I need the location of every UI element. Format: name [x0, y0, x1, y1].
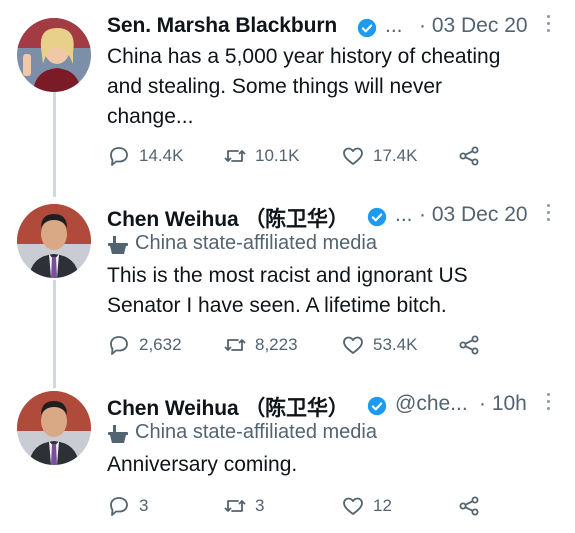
reply-count: 3 — [139, 496, 149, 515]
share-button[interactable] — [457, 331, 481, 359]
tweet-time[interactable]: · 03 Dec 20 — [419, 14, 528, 38]
tweet-time[interactable]: · 03 Dec 20 — [419, 203, 528, 227]
like-button[interactable]: 53.4K — [341, 331, 417, 359]
tweet-text-line: China has a 5,000 year history of cheati… — [107, 45, 501, 68]
tweet-time[interactable]: · 10h — [479, 392, 527, 416]
author-name[interactable]: Chen Weihua （陈卫华） — [107, 392, 349, 422]
retweet-count: 8,223 — [255, 335, 298, 354]
more-icon[interactable] — [545, 15, 551, 35]
like-icon — [343, 147, 363, 165]
affiliation-text[interactable]: China state-affiliated media — [135, 232, 377, 255]
tweet-actions: 3 3 12 — [107, 492, 547, 520]
tweet-text-line: change... — [107, 105, 194, 128]
reply-icon — [110, 497, 128, 516]
verified-icon — [367, 207, 387, 227]
share-icon — [459, 496, 479, 516]
affiliation-icon — [108, 425, 128, 443]
tweet-actions: 14.4K 10.1K 17.4K — [107, 142, 547, 170]
like-icon — [343, 336, 363, 354]
tweet-text: China has a 5,000 year history of cheati… — [107, 42, 557, 132]
like-button[interactable]: 17.4K — [341, 142, 417, 170]
avatar[interactable] — [17, 391, 91, 465]
share-icon — [459, 335, 479, 355]
tweet-2[interactable]: Chen Weihua （陈卫华） ... · 03 Dec 20 China … — [0, 199, 575, 374]
retweet-button[interactable]: 8,223 — [223, 331, 298, 359]
author-handle[interactable]: ... — [385, 14, 403, 38]
retweet-icon — [224, 150, 246, 162]
retweet-button[interactable]: 3 — [223, 492, 264, 520]
verified-icon — [357, 18, 377, 38]
tweet-header: Chen Weihua （陈卫华） ... · 03 Dec 20 — [107, 199, 565, 233]
reply-count: 2,632 — [139, 335, 182, 354]
share-button[interactable] — [457, 492, 481, 520]
retweet-icon — [224, 500, 246, 512]
retweet-count: 10.1K — [255, 146, 300, 165]
more-icon[interactable] — [545, 393, 551, 413]
like-icon — [343, 497, 363, 515]
like-count: 53.4K — [373, 335, 418, 354]
like-button[interactable]: 12 — [341, 492, 392, 520]
tweet-text-line: Anniversary coming. — [107, 453, 298, 476]
retweet-icon — [224, 339, 246, 351]
author-name[interactable]: Sen. Marsha Blackburn — [107, 14, 337, 38]
affiliation-text[interactable]: China state-affiliated media — [135, 421, 377, 444]
author-handle[interactable]: ... — [395, 203, 413, 227]
tweet-text-line: This is the most racist and ignorant US — [107, 264, 468, 287]
reply-button[interactable]: 2,632 — [107, 331, 182, 359]
avatar[interactable] — [17, 18, 91, 92]
reply-icon — [110, 147, 128, 166]
tweet-text: Anniversary coming. — [107, 450, 557, 480]
more-icon[interactable] — [545, 204, 551, 224]
reply-button[interactable]: 3 — [107, 492, 148, 520]
retweet-button[interactable]: 10.1K — [223, 142, 299, 170]
author-handle[interactable]: @che... — [395, 392, 468, 416]
avatar[interactable] — [17, 204, 91, 278]
tweet-actions: 2,632 8,223 53.4K — [107, 331, 547, 359]
tweet-text-line: and stealing. Some things will never — [107, 75, 443, 98]
affiliation-icon — [108, 236, 128, 254]
tweet-text: This is the most racist and ignorant US … — [107, 261, 557, 321]
like-count: 17.4K — [373, 146, 418, 165]
tweet-header: Sen. Marsha Blackburn ... · 03 Dec 20 — [107, 10, 565, 44]
reply-icon — [110, 336, 128, 355]
share-button[interactable] — [457, 142, 481, 170]
tweet-3[interactable]: Chen Weihua （陈卫华） @che... · 10h China st… — [0, 388, 575, 528]
tweet-1[interactable]: Sen. Marsha Blackburn ... · 03 Dec 20 Ch… — [0, 10, 575, 185]
reply-count: 14.4K — [139, 146, 184, 165]
retweet-count: 3 — [255, 496, 265, 515]
like-count: 12 — [373, 496, 392, 515]
author-name[interactable]: Chen Weihua （陈卫华） — [107, 203, 349, 233]
verified-icon — [367, 396, 387, 416]
share-icon — [459, 146, 479, 166]
reply-button[interactable]: 14.4K — [107, 142, 183, 170]
tweet-text-line: Senator I have seen. A lifetime bitch. — [107, 294, 447, 317]
tweet-header: Chen Weihua （陈卫华） @che... · 10h — [107, 388, 565, 422]
